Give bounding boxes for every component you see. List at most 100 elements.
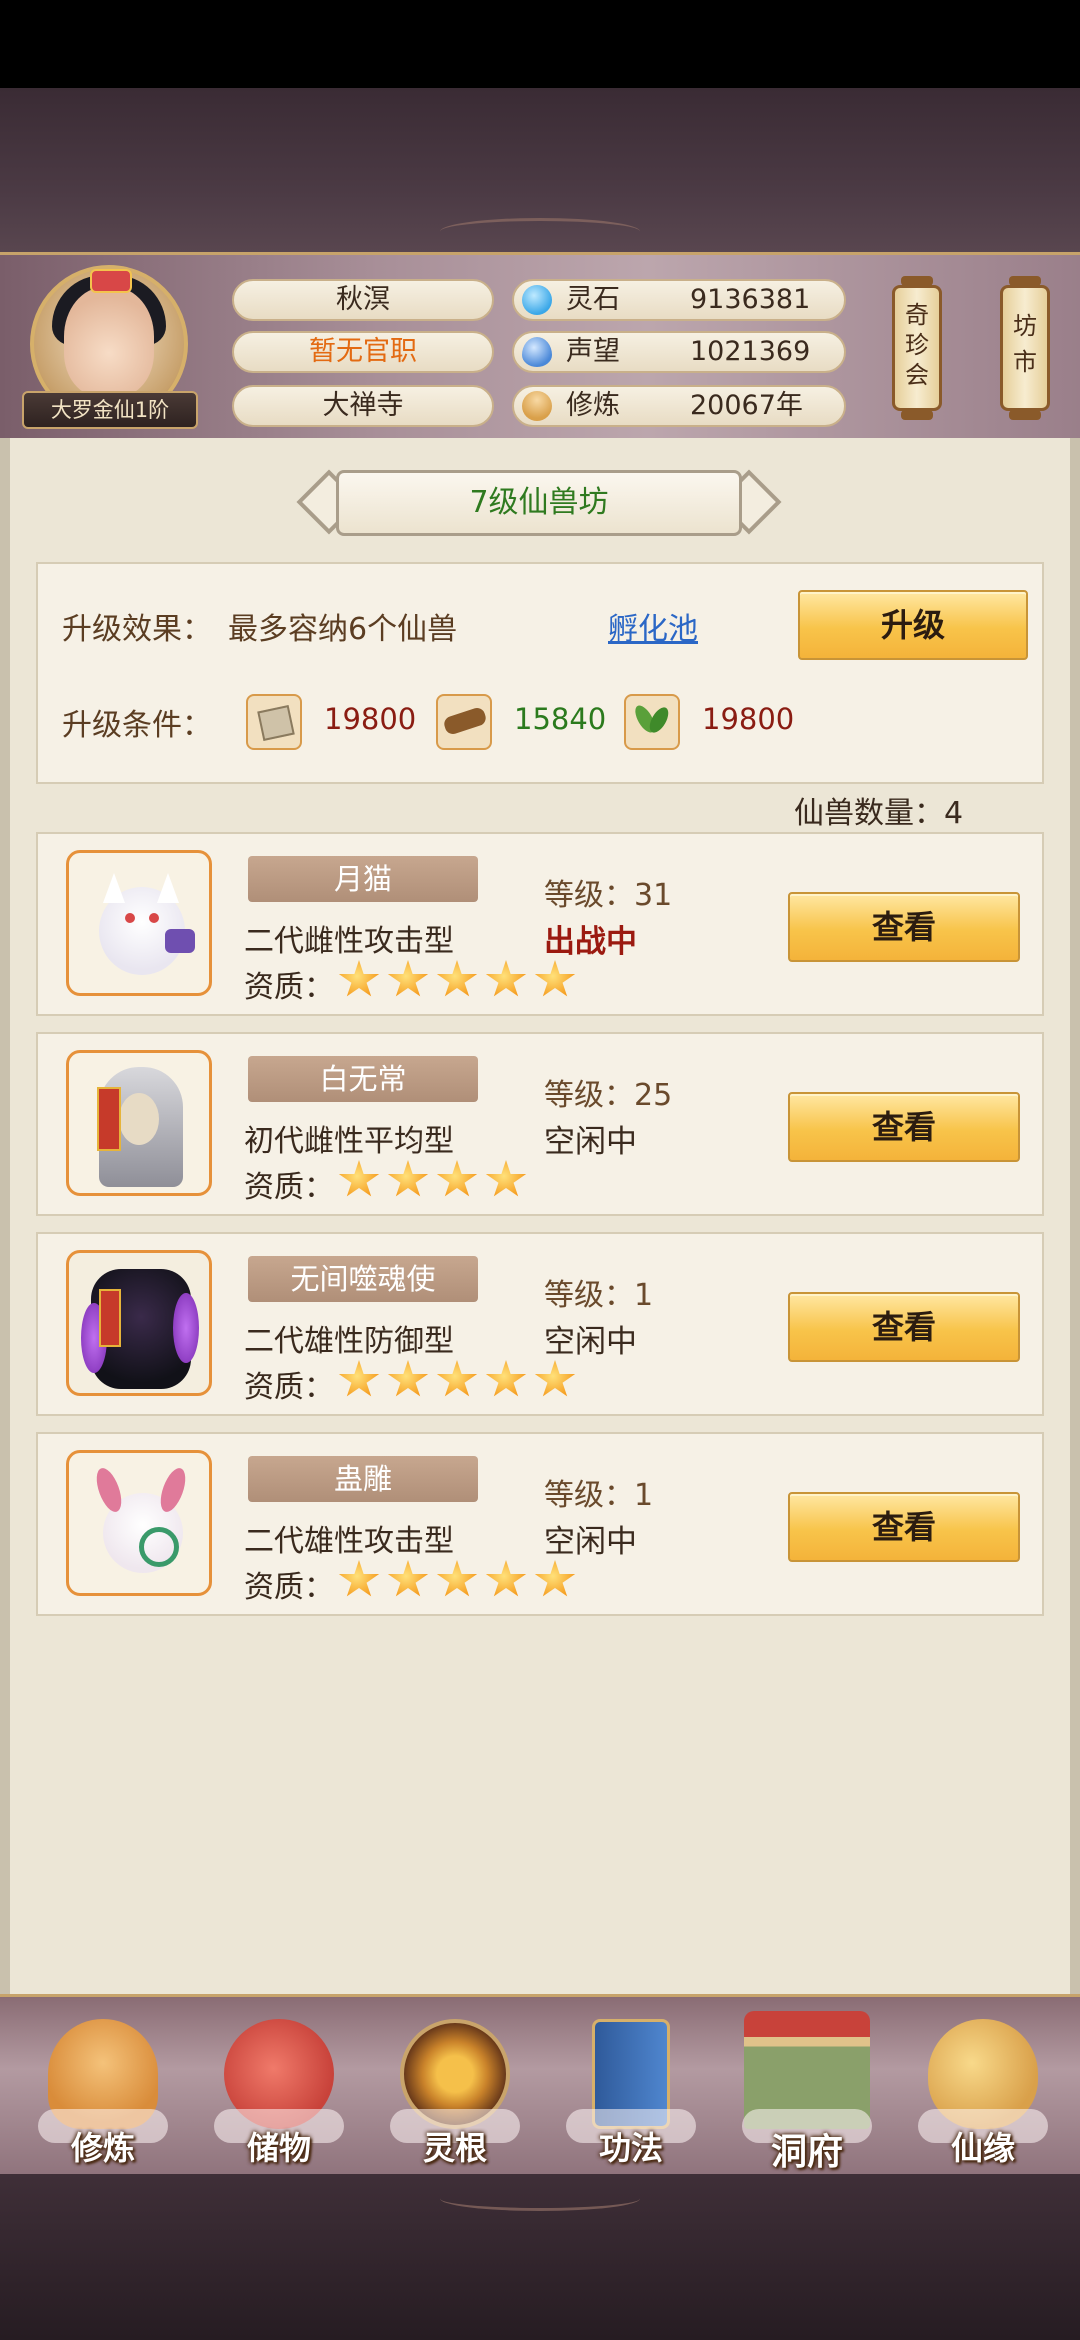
upgrade-condition-label: 升级条件：	[62, 708, 212, 743]
resource-cultivation: 修炼 20067年	[512, 385, 846, 427]
view-beast-button[interactable]: 查看	[788, 1292, 1020, 1362]
market-button[interactable]: 坊市	[1000, 276, 1050, 420]
beast-type: 二代雄性防御型	[244, 1324, 454, 1359]
status-bar-area	[0, 0, 1080, 88]
resource-value: 9136381	[690, 284, 811, 315]
star-icon	[534, 1560, 576, 1597]
beast-quality-label: 资质：	[244, 1570, 334, 1605]
star-icon	[436, 1560, 478, 1597]
beast-quality-label: 资质：	[244, 1370, 334, 1405]
star-icon	[387, 960, 429, 997]
material-amount: 15840	[514, 702, 607, 736]
star-icon	[436, 960, 478, 997]
beast-name: 蛊雕	[248, 1456, 478, 1502]
resource-label: 灵石	[566, 284, 620, 315]
star-icon	[338, 1160, 380, 1197]
treasure-auction-button[interactable]: 奇珍会	[892, 276, 942, 420]
nav-storage[interactable]: 储物	[204, 1997, 354, 2177]
beast-level: 等级：31	[544, 878, 673, 913]
beast-status: 空闲中	[544, 1524, 637, 1560]
view-beast-button[interactable]: 查看	[788, 1092, 1020, 1162]
resource-label: 声望	[566, 336, 620, 367]
beast-status: 出战中	[544, 924, 637, 960]
beast-card: 月猫 二代雌性攻击型 资质： 等级：31 出战中 查看	[36, 832, 1044, 1016]
beast-level: 等级：1	[544, 1278, 654, 1313]
beast-quality-stars	[338, 960, 583, 1000]
game-screen: { "player": { "name": "秋溟", "title": "暂无…	[0, 0, 1080, 2340]
nav-label: 储物	[246, 2129, 311, 2167]
prestige-icon	[522, 337, 552, 367]
beast-quality-stars	[338, 1360, 583, 1400]
beast-level: 等级：25	[544, 1078, 673, 1113]
top-decoration	[0, 88, 1080, 258]
nav-cave-mansion[interactable]: 洞府	[732, 1997, 882, 2177]
ore-material-icon[interactable]	[246, 694, 302, 750]
star-icon	[485, 1360, 527, 1397]
star-icon	[436, 1360, 478, 1397]
player-sect: 大禅寺	[232, 385, 494, 427]
spirit-stone-icon	[522, 285, 552, 315]
player-name: 秋溟	[232, 279, 494, 321]
beast-type: 初代雌性平均型	[244, 1124, 454, 1159]
white-cat-beast-icon[interactable]	[66, 850, 212, 996]
beast-card: 白无常 初代雌性平均型 资质： 等级：25 空闲中 查看	[36, 1032, 1044, 1216]
beast-status: 空闲中	[544, 1324, 637, 1360]
beast-quality-stars	[338, 1160, 534, 1200]
masked-ghost-beast-icon[interactable]	[66, 1050, 212, 1196]
resource-spirit-stone: 灵石 9136381	[512, 279, 846, 321]
dark-demon-beast-icon[interactable]	[66, 1250, 212, 1396]
avatar-face	[64, 287, 154, 397]
nav-technique[interactable]: 功法	[556, 1997, 706, 2177]
star-icon	[338, 960, 380, 997]
nav-label: 洞府	[770, 2132, 843, 2173]
wood-material-icon[interactable]	[436, 694, 492, 750]
nav-label: 修炼	[70, 2129, 135, 2167]
nav-label: 仙缘	[950, 2129, 1015, 2167]
star-icon	[387, 1560, 429, 1597]
beast-quality-label: 资质：	[244, 970, 334, 1005]
star-icon	[436, 1160, 478, 1197]
material-amount: 19800	[324, 702, 417, 736]
star-icon	[534, 1360, 576, 1397]
pink-eagle-beast-icon[interactable]	[66, 1450, 212, 1596]
beast-quality-stars	[338, 1560, 583, 1600]
nav-label: 灵根	[422, 2129, 487, 2167]
rank-badge: 大罗金仙1阶	[22, 391, 198, 429]
resource-value: 1021369	[690, 336, 811, 367]
star-icon	[338, 1560, 380, 1597]
beast-type: 二代雌性攻击型	[244, 924, 454, 959]
bottom-nav: 修炼 储物 灵根 功法 洞府 仙缘	[0, 1994, 1080, 2180]
star-icon	[387, 1160, 429, 1197]
upgrade-button[interactable]: 升级	[798, 590, 1028, 660]
bottom-decoration	[0, 2174, 1080, 2340]
star-icon	[338, 1360, 380, 1397]
upgrade-effect-label: 升级效果：	[62, 612, 212, 647]
player-header: 大罗金仙1阶 秋溟 暂无官职 大禅寺 灵石 9136381 声望 1021369…	[0, 252, 1080, 442]
nav-fate[interactable]: 仙缘	[908, 1997, 1058, 2177]
beast-card: 无间噬魂使 二代雄性防御型 资质： 等级：1 空闲中 查看	[36, 1232, 1044, 1416]
hatch-pool-link[interactable]: 孵化池	[608, 604, 698, 648]
star-icon	[485, 1160, 527, 1197]
beast-name: 月猫	[248, 856, 478, 902]
herb-material-icon[interactable]	[624, 694, 680, 750]
view-beast-button[interactable]: 查看	[788, 1492, 1020, 1562]
star-icon	[485, 1560, 527, 1597]
player-title: 暂无官职	[232, 331, 494, 373]
star-icon	[387, 1360, 429, 1397]
star-icon	[534, 960, 576, 997]
building-title-plate: 7级仙兽坊	[296, 469, 782, 536]
resource-prestige: 声望 1021369	[512, 331, 846, 373]
resource-value: 20067年	[690, 390, 803, 421]
nav-spirit-root[interactable]: 灵根	[380, 1997, 530, 2177]
beast-name: 白无常	[248, 1056, 478, 1102]
beast-quality-label: 资质：	[244, 1170, 334, 1205]
beast-count: 仙兽数量：4	[794, 796, 964, 831]
resource-label: 修炼	[566, 390, 620, 421]
nav-label: 功法	[598, 2129, 663, 2167]
star-icon	[485, 960, 527, 997]
avatar-crown	[90, 269, 132, 293]
beast-name: 无间噬魂使	[248, 1256, 478, 1302]
view-beast-button[interactable]: 查看	[788, 892, 1020, 962]
nav-cultivate[interactable]: 修炼	[28, 1997, 178, 2177]
beast-level: 等级：1	[544, 1478, 654, 1513]
